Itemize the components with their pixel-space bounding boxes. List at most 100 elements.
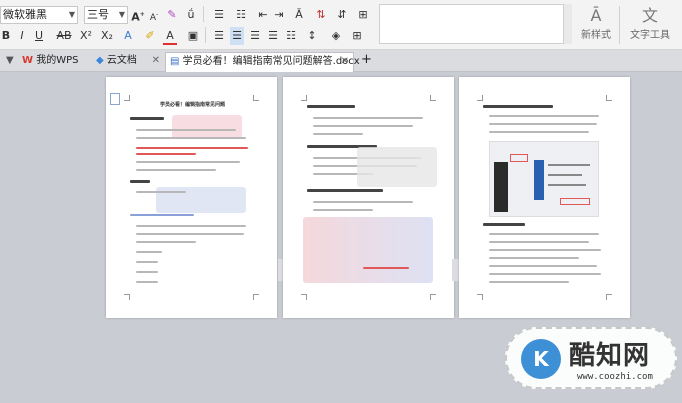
tab-cloud-docs[interactable]: ◆ 云文档 ✕ — [92, 52, 164, 72]
text-line — [489, 281, 569, 283]
chinese-layout-icon[interactable]: Ā — [290, 6, 308, 24]
text-line — [489, 131, 589, 133]
bold-button[interactable]: B — [0, 27, 12, 45]
text-line — [136, 191, 186, 193]
distribute-icon[interactable]: ☷ — [284, 27, 298, 45]
text-line — [313, 133, 363, 135]
clear-format-icon[interactable]: ✎ — [165, 6, 179, 24]
text-tools-label: 文字工具 — [630, 30, 670, 41]
increase-indent-icon[interactable]: ⇥ — [272, 6, 286, 24]
blurred-region — [357, 147, 437, 187]
margin-corner — [606, 294, 612, 300]
shrink-font-button[interactable]: A- — [147, 6, 161, 24]
font-name-select[interactable]: 微软雅黑 ▼ — [0, 6, 78, 24]
sort-icon[interactable]: ⇵ — [334, 6, 350, 24]
text-line — [313, 117, 423, 119]
ribbon-toolbar: 微软雅黑 ▼ 三号 ▼ A+ A- ✎ ǘ ☰ ☷ ⇤ ⇥ Ā ⇅ ⇵ ⊞ B … — [0, 0, 682, 50]
text-line — [489, 265, 597, 267]
text-line — [136, 129, 236, 131]
numbered-list-icon[interactable]: ☷ — [232, 6, 250, 24]
clear-icon[interactable]: A — [121, 27, 135, 45]
align-right-icon[interactable]: ☰ — [248, 27, 262, 45]
wps-logo-icon: W — [22, 55, 34, 66]
chevron-down-icon: ▼ — [68, 10, 75, 19]
tab-label: 学员必看！编辑指南常见问题解答.docx — [182, 56, 360, 67]
styles-gallery[interactable] — [379, 4, 571, 44]
screenshot-menu-line — [548, 184, 586, 186]
heading-line — [307, 189, 383, 192]
align-left-icon[interactable]: ☰ — [212, 27, 226, 45]
char-border-icon[interactable]: ▣ — [186, 27, 200, 45]
grow-font-button[interactable]: A+ — [131, 6, 145, 24]
blurred-region — [172, 115, 242, 139]
screenshot-dark-panel — [494, 162, 508, 212]
chevron-down-icon: ▼ — [118, 10, 125, 19]
heading-line — [130, 180, 150, 183]
tab-label: 云文档 — [106, 55, 137, 66]
text-line — [136, 153, 196, 155]
text-direction-icon[interactable]: ⇅ — [314, 6, 328, 24]
underline-button[interactable]: U — [33, 27, 45, 45]
text-line — [313, 201, 413, 203]
grow-font-label: A — [131, 10, 140, 24]
text-effect-icon[interactable]: ǘ — [184, 6, 198, 24]
close-icon[interactable]: ✕ — [341, 53, 349, 71]
text-line — [136, 271, 158, 273]
new-tab-button[interactable]: + — [357, 52, 372, 72]
heading-line — [130, 117, 164, 120]
tab-active-document[interactable]: ▤ 学员必看！编辑指南常见问题解答.docx ✕ — [165, 52, 360, 72]
margin-corner — [430, 95, 436, 101]
line-spacing-icon[interactable]: ↕ — [304, 27, 320, 45]
margin-corner — [124, 294, 130, 300]
margin-corner — [477, 95, 483, 101]
text-line — [136, 169, 216, 171]
heading-line — [483, 223, 525, 226]
text-tools-icon: 文 — [641, 6, 658, 25]
decrease-indent-icon[interactable]: ⇤ — [256, 6, 270, 24]
margin-corner — [253, 95, 259, 101]
screenshot-blue-bar — [534, 160, 544, 200]
strikethrough-button[interactable]: AB — [55, 27, 73, 45]
screenshot-menu-line — [548, 174, 582, 176]
document-tab-bar: ▼ W 我的WPS ◆ 云文档 ✕ ▤ 学员必看！编辑指南常见问题解答.docx… — [0, 50, 682, 72]
page-navigation-icon[interactable] — [110, 93, 120, 105]
italic-button[interactable]: I — [16, 27, 28, 45]
blurred-region — [303, 217, 433, 283]
text-line — [136, 161, 240, 163]
highlight-icon[interactable]: ✐ — [142, 27, 158, 45]
document-page[interactable] — [283, 77, 454, 318]
document-page[interactable]: 学员必看！编辑指南常见问题 — [106, 77, 277, 318]
align-center-icon[interactable]: ☰ — [230, 27, 244, 45]
text-line — [489, 233, 599, 235]
table-border-icon[interactable]: ⊞ — [350, 27, 364, 45]
divider — [619, 6, 620, 44]
margin-corner — [124, 95, 130, 101]
watermark-name: 酷知网 — [569, 341, 651, 371]
border-icon[interactable]: ⊞ — [356, 6, 370, 24]
text-tools-button[interactable]: 文 文字工具 — [624, 6, 676, 46]
tab-list-chevron-icon[interactable]: ▼ — [2, 52, 16, 72]
font-size-value: 三号 — [87, 8, 109, 21]
document-page[interactable] — [459, 77, 630, 318]
text-line — [313, 125, 413, 127]
text-line — [136, 225, 246, 227]
justify-icon[interactable]: ☰ — [266, 27, 280, 45]
text-line — [489, 273, 601, 275]
tab-my-wps[interactable]: W 我的WPS — [18, 52, 88, 72]
text-line — [136, 281, 158, 283]
font-color-icon[interactable]: A — [163, 27, 177, 45]
margin-corner — [301, 294, 307, 300]
close-icon[interactable]: ✕ — [152, 52, 160, 70]
text-line — [489, 241, 589, 243]
styles-scrollbar[interactable] — [563, 4, 572, 44]
bullet-list-icon[interactable]: ☰ — [210, 6, 228, 24]
screenshot-highlight — [510, 154, 528, 162]
text-line — [489, 123, 597, 125]
new-style-label: 新样式 — [581, 30, 611, 41]
coozhi-logo-icon: K — [521, 339, 561, 379]
shading-icon[interactable]: ◈ — [328, 27, 344, 45]
new-style-button[interactable]: Ā 新样式 — [576, 6, 616, 46]
font-size-select[interactable]: 三号 ▼ — [84, 6, 128, 24]
superscript-button[interactable]: X² — [78, 27, 94, 45]
subscript-button[interactable]: X₂ — [99, 27, 115, 45]
